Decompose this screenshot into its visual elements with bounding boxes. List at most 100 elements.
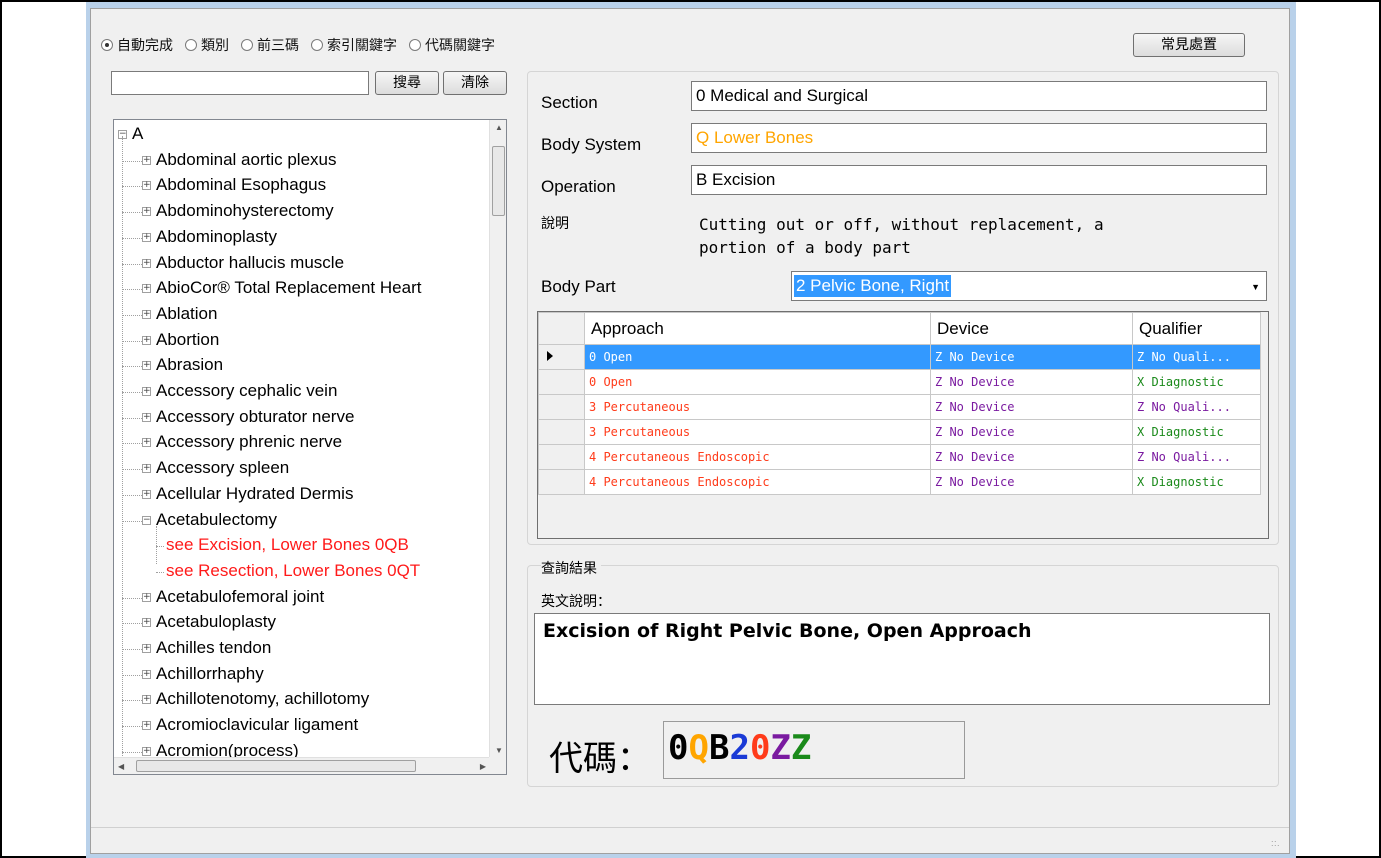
device-cell[interactable]: Z No Device xyxy=(930,394,1133,420)
scroll-left-icon[interactable]: ◀ xyxy=(118,762,124,771)
scroll-down-icon[interactable]: ▼ xyxy=(495,746,503,755)
row-header[interactable] xyxy=(538,444,585,470)
expand-icon[interactable]: + xyxy=(142,155,151,165)
expand-icon[interactable]: + xyxy=(142,207,151,217)
table-row[interactable]: 0 Open Z No Device X Diagnostic xyxy=(538,369,1261,395)
expand-icon[interactable]: + xyxy=(142,695,151,705)
collapse-icon[interactable]: − xyxy=(142,515,151,525)
table-row[interactable]: 4 Percutaneous Endoscopic Z No Device Z No… xyxy=(538,444,1261,470)
approach-cell[interactable]: 4 Percutaneous Endoscopic xyxy=(584,469,931,495)
qualifier-cell[interactable]: X Diagnostic xyxy=(1132,469,1261,495)
radio-option-label: 自動完成 xyxy=(117,38,173,54)
qualifier-cell[interactable]: Z No Quali... xyxy=(1132,344,1261,370)
device-cell[interactable]: Z No Device xyxy=(930,344,1133,370)
code-character: Q xyxy=(688,728,709,768)
tree-item-label: Accessory obturator nerve xyxy=(156,406,355,426)
device-cell[interactable]: Z No Device xyxy=(930,369,1133,395)
expand-icon[interactable]: + xyxy=(142,464,151,474)
table-row[interactable]: 0 Open Z No Device Z No Quali... xyxy=(538,344,1261,370)
expand-icon[interactable]: + xyxy=(142,309,151,319)
row-header[interactable] xyxy=(538,369,585,395)
approach-cell[interactable]: 4 Percutaneous Endoscopic xyxy=(584,444,931,470)
approach-cell[interactable]: 3 Percutaneous xyxy=(584,394,931,420)
clear-button[interactable]: 清除 xyxy=(443,71,507,95)
radio-button-icon[interactable] xyxy=(101,39,113,51)
table-row[interactable]: 3 Percutaneous Z No Device X Diagnostic xyxy=(538,419,1261,445)
expand-icon[interactable]: + xyxy=(142,592,151,602)
radio-button-icon[interactable] xyxy=(409,39,421,51)
tree-vscroll-thumb[interactable] xyxy=(492,146,505,216)
radio-button-icon[interactable] xyxy=(241,39,253,51)
expand-icon[interactable]: + xyxy=(142,258,151,268)
qualifier-cell[interactable]: Z No Quali... xyxy=(1132,394,1261,420)
body-system-field[interactable]: Q Lower Bones xyxy=(691,123,1267,153)
qualifier-cell[interactable]: X Diagnostic xyxy=(1132,419,1261,445)
expand-icon[interactable]: + xyxy=(142,284,151,294)
tree-item-label: Acetabuloplasty xyxy=(156,612,277,632)
device-column-header[interactable]: Device xyxy=(930,312,1133,345)
tree-item-label: Acromioclavicular ligament xyxy=(156,715,359,735)
tree-vertical-scrollbar[interactable]: ▲ ▼ xyxy=(489,120,506,758)
body-part-dropdown[interactable]: 2 Pelvic Bone, Right ▼ xyxy=(791,271,1267,301)
approach-column-header[interactable]: Approach xyxy=(584,312,931,345)
code-character: 2 xyxy=(729,728,750,768)
section-field[interactable]: 0 Medical and Surgical xyxy=(691,81,1267,111)
expand-icon[interactable]: + xyxy=(142,438,151,448)
radio-option[interactable]: 自動完成 xyxy=(101,35,173,55)
tree-item-label: Abductor hallucis muscle xyxy=(156,252,345,272)
app-window: 自動完成 類別 前三碼 索引關鍵字 代碼關鍵字 常見處置 搜尋 清除 − A + Abdomi… xyxy=(86,2,1296,858)
search-input[interactable] xyxy=(111,71,369,95)
expand-icon[interactable]: + xyxy=(142,387,151,396)
approach-cell[interactable]: 0 Open xyxy=(584,344,931,370)
common-procedures-button[interactable]: 常見處置 xyxy=(1133,33,1245,57)
expand-icon[interactable]: + xyxy=(142,644,151,653)
radio-button-icon[interactable] xyxy=(311,39,323,51)
status-bar: . .. . . xyxy=(91,827,1289,853)
tree-hscroll-thumb[interactable] xyxy=(136,760,416,772)
row-header[interactable] xyxy=(538,344,585,370)
row-header[interactable] xyxy=(538,419,585,445)
approach-grid[interactable]: Approach Device Qualifier 0 Open Z No Dev… xyxy=(537,311,1269,539)
qualifier-column-header[interactable]: Qualifier xyxy=(1132,312,1261,345)
row-header[interactable] xyxy=(538,469,585,495)
tree-link-label: see Resection, Lower Bones 0QT xyxy=(166,560,421,580)
table-row[interactable]: 3 Percutaneous Z No Device Z No Quali... xyxy=(538,394,1261,420)
expand-icon[interactable]: + xyxy=(142,618,151,628)
radio-option[interactable]: 前三碼 xyxy=(241,35,299,55)
device-cell[interactable]: Z No Device xyxy=(930,444,1133,470)
table-row[interactable]: 4 Percutaneous Endoscopic Z No Device X Di… xyxy=(538,469,1261,495)
qualifier-cell[interactable]: Z No Quali... xyxy=(1132,444,1261,470)
resize-grip-icon[interactable]: . .. . . xyxy=(1271,835,1283,849)
radio-option[interactable]: 代碼關鍵字 xyxy=(409,35,495,55)
chevron-down-icon[interactable]: ▼ xyxy=(1251,282,1260,292)
expand-icon[interactable]: + xyxy=(142,232,151,242)
qualifier-cell[interactable]: X Diagnostic xyxy=(1132,369,1261,395)
approach-cell[interactable]: 0 Open xyxy=(584,369,931,395)
expand-icon[interactable]: + xyxy=(142,721,151,731)
expand-icon[interactable]: + xyxy=(142,335,151,345)
tree-horizontal-scrollbar[interactable]: ◀ ▶ xyxy=(114,757,490,774)
radio-option[interactable]: 索引關鍵字 xyxy=(311,35,397,55)
expand-icon[interactable]: + xyxy=(142,361,151,371)
device-cell[interactable]: Z No Device xyxy=(930,469,1133,495)
scroll-right-icon[interactable]: ▶ xyxy=(480,762,486,771)
operation-field[interactable]: B Excision xyxy=(691,165,1267,195)
expand-icon[interactable]: + xyxy=(142,669,151,679)
expand-icon[interactable]: + xyxy=(142,746,151,756)
approach-cell[interactable]: 3 Percutaneous xyxy=(584,419,931,445)
search-button[interactable]: 搜尋 xyxy=(375,71,439,95)
device-cell[interactable]: Z No Device xyxy=(930,419,1133,445)
tree-item-label: Accessory cephalic vein xyxy=(156,381,338,400)
scroll-up-icon[interactable]: ▲ xyxy=(495,123,503,132)
expand-icon[interactable]: + xyxy=(142,181,151,191)
tree-guide-line xyxy=(156,571,164,573)
tree-item-label: Achillotenotomy, achillotomy xyxy=(156,689,370,709)
expand-icon[interactable]: + xyxy=(142,412,151,422)
row-header[interactable] xyxy=(538,394,585,420)
index-tree[interactable]: − A + Abdominal aortic plexus + Abdominal Eso… xyxy=(113,119,507,775)
english-description-box[interactable]: Excision of Right Pelvic Bone, Open Appr… xyxy=(534,613,1270,705)
radio-button-icon[interactable] xyxy=(185,39,197,51)
expand-icon[interactable]: + xyxy=(142,489,151,499)
radio-option-label: 類別 xyxy=(201,38,229,54)
radio-option[interactable]: 類別 xyxy=(185,35,229,55)
